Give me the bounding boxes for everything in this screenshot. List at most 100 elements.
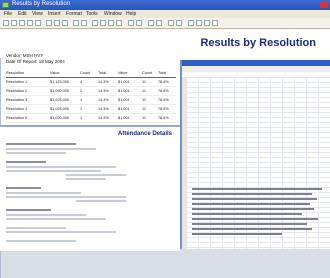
grid-icon[interactable] [188, 20, 194, 26]
text-line [66, 178, 106, 180]
undo-icon[interactable] [73, 20, 79, 26]
redo-icon[interactable] [81, 20, 87, 26]
menu-view[interactable]: View [32, 11, 43, 17]
table-row: Resolution 1 $1,125,000 4 14.3% $1,001 1… [6, 78, 176, 87]
text-line [6, 240, 76, 242]
table-header: Value [50, 71, 60, 75]
table-cell: 14.3% [98, 116, 109, 120]
table-cell: $1,001 [118, 98, 130, 102]
table-cell: 14.3% [98, 107, 109, 111]
text-line [6, 227, 66, 229]
zoom-out-icon[interactable] [136, 20, 142, 26]
table-row: Resolution 5 $1,020,000 1 14.3% $1,001 1… [6, 114, 176, 123]
data-line [192, 228, 312, 230]
table-header: Resolution [6, 71, 24, 75]
first-page-icon[interactable] [92, 20, 98, 26]
date-meta: Date Of Report: 18 May 2004 [6, 59, 65, 64]
title-bar: Results by Resolution [0, 0, 330, 10]
paste-icon[interactable] [62, 20, 68, 26]
attendance-body [6, 141, 176, 249]
date-label: Date Of Report: [6, 59, 38, 64]
attendance-document: Attendance Details [0, 125, 180, 251]
text-line [66, 174, 126, 176]
open-icon[interactable] [11, 20, 17, 26]
next-page-icon[interactable] [108, 20, 114, 26]
table-cell: 78.6% [158, 80, 169, 84]
table-cell: 11 [142, 107, 146, 111]
table-cell: 1 [80, 107, 83, 111]
table-cell: $1,001 [118, 107, 130, 111]
cut-icon[interactable] [46, 20, 52, 26]
menu-help[interactable]: Help [126, 11, 136, 17]
date-value: 18 May 2004 [38, 59, 65, 64]
table-header: Value [118, 71, 128, 75]
table-cell: 78.6% [158, 116, 169, 120]
new-icon[interactable] [3, 20, 9, 26]
data-line [192, 208, 314, 210]
close-doc-icon[interactable] [212, 20, 218, 26]
print-icon[interactable] [27, 20, 33, 26]
table-header: Total [98, 71, 107, 75]
text-line [6, 209, 51, 211]
report-canvas: Results by Resolution Vendor: MSH HVY Da… [0, 29, 330, 278]
data-line [192, 233, 282, 235]
menu-tools[interactable]: Tools [86, 11, 98, 17]
table-cell: $1,125,000 [50, 80, 70, 84]
data-line [192, 203, 310, 205]
search-icon[interactable] [204, 20, 210, 26]
table-cell: Resolution 4 [6, 107, 28, 111]
data-line [192, 193, 312, 195]
menu-insert[interactable]: Insert [48, 11, 61, 17]
menu-window[interactable]: Window [104, 11, 122, 17]
email-icon[interactable] [156, 20, 162, 26]
spreadsheet-window [180, 60, 330, 249]
table-cell: $1,001 [118, 80, 130, 84]
table-cell: 78.6% [158, 107, 169, 111]
app-window: Results by Resolution File Edit View Ins… [0, 0, 330, 278]
table-cell: 11 [142, 80, 146, 84]
table-cell: $1,025,000 [50, 107, 70, 111]
close-icon[interactable] [320, 1, 328, 8]
text-line [6, 170, 101, 172]
help-icon[interactable] [168, 20, 174, 26]
text-line [6, 148, 96, 150]
table-cell: 11 [142, 98, 146, 102]
table-header: Count [142, 71, 153, 75]
table-row: Resolution 3 $1,025,000 1 14.3% $1,001 1… [6, 96, 176, 105]
text-line [6, 214, 86, 216]
text-line [6, 166, 116, 168]
table-row: Resolution 4 $1,025,000 1 14.3% $1,001 1… [6, 105, 176, 114]
results-table: Resolution Value Count Total Value Count… [6, 69, 176, 123]
table-cell: 4 [80, 80, 83, 84]
text-line [6, 161, 46, 163]
last-page-icon[interactable] [116, 20, 122, 26]
data-line [192, 188, 322, 190]
menu-edit[interactable]: Edit [18, 11, 27, 17]
table-cell: 14.3% [98, 89, 109, 93]
table-cell: $1,020,000 [50, 116, 70, 120]
menu-file[interactable]: File [4, 11, 12, 17]
table-cell: 14.3% [98, 98, 109, 102]
table-cell: 11 [142, 89, 146, 93]
vendor-label: Vendor: [6, 53, 22, 58]
settings-icon[interactable] [176, 20, 182, 26]
list-icon[interactable] [196, 20, 202, 26]
prev-page-icon[interactable] [100, 20, 106, 26]
table-cell: $1,001 [118, 116, 130, 120]
vendor-meta: Vendor: MSH HVY [6, 53, 43, 58]
data-line [192, 218, 318, 220]
table-header: Total [158, 71, 167, 75]
table-cell: 1 [80, 98, 83, 102]
text-line [6, 192, 81, 194]
export-icon[interactable] [148, 20, 154, 26]
app-icon [2, 2, 9, 8]
zoom-in-icon[interactable] [128, 20, 134, 26]
table-row: Resolution 2 $1,050,000 2 14.3% $1,001 1… [6, 87, 176, 96]
copy-icon[interactable] [54, 20, 60, 26]
menu-format[interactable]: Format [66, 11, 82, 17]
data-block [192, 188, 327, 238]
toolbar [0, 18, 330, 29]
save-icon[interactable] [19, 20, 25, 26]
text-line [6, 187, 41, 189]
preview-icon[interactable] [35, 20, 41, 26]
